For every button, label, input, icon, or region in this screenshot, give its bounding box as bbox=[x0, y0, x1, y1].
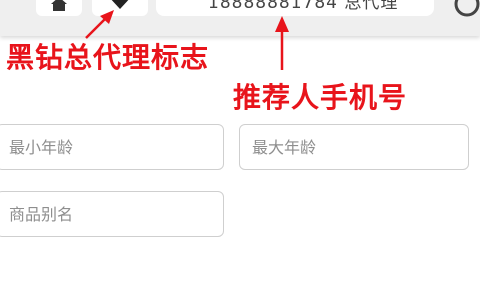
min-age-input[interactable] bbox=[0, 124, 224, 170]
top-bar: 18888881784 总代理 ▾ bbox=[0, 0, 480, 36]
max-age-input[interactable] bbox=[239, 124, 469, 170]
referrer-dropdown[interactable]: 18888881784 总代理 ▾ bbox=[156, 0, 434, 16]
product-alias-input[interactable] bbox=[0, 191, 224, 237]
arrow-to-phone bbox=[275, 16, 289, 70]
home-icon bbox=[51, 0, 67, 11]
annotation-referrer-phone: 推荐人手机号 bbox=[233, 81, 408, 114]
refresh-icon[interactable] bbox=[450, 0, 480, 22]
chevron-down-icon: ▾ bbox=[417, 0, 422, 3]
annotation-black-diamond-agent-badge: 黑钻总代理标志 bbox=[6, 41, 210, 74]
home-button[interactable] bbox=[36, 0, 82, 16]
referrer-phone: 18888881784 总代理 bbox=[208, 0, 399, 13]
